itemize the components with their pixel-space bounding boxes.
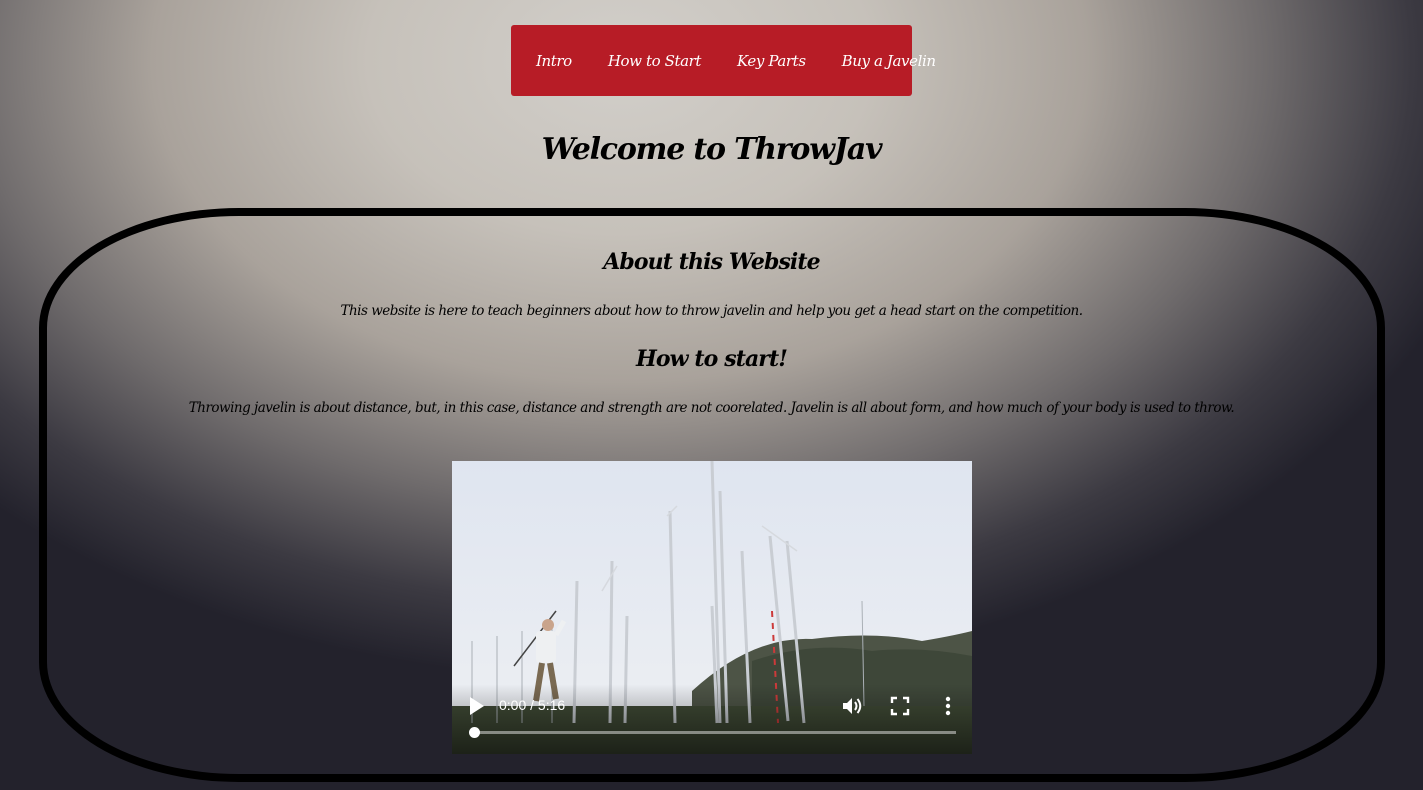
nav-item-key-parts[interactable]: Key Parts	[737, 52, 806, 70]
volume-icon[interactable]	[840, 694, 864, 718]
how-to-start-heading: How to start!	[635, 346, 788, 372]
video-time-display: 0:00 / 5:16	[499, 697, 566, 713]
nav-item-intro[interactable]: Intro	[536, 52, 572, 70]
about-text: This website is here to teach beginners …	[340, 303, 1083, 319]
play-icon[interactable]	[468, 695, 486, 717]
about-heading: About this Website	[603, 249, 820, 275]
main-nav: Intro How to Start Key Parts Buy a Javel…	[511, 25, 936, 96]
page-title: Welcome to ThrowJav	[541, 132, 883, 167]
more-options-icon[interactable]	[936, 694, 960, 718]
nav-item-how-to-start[interactable]: How to Start	[608, 52, 702, 70]
video-progress-bar[interactable]	[469, 727, 956, 738]
fullscreen-icon[interactable]	[888, 694, 912, 718]
how-to-start-text: Throwing javelin is about distance, but,…	[188, 400, 1235, 416]
video-player[interactable]: 0:00 / 5:16	[452, 461, 972, 754]
nav-item-buy-a-javelin[interactable]: Buy a Javelin	[842, 52, 936, 70]
video-progress-thumb[interactable]	[469, 727, 480, 738]
